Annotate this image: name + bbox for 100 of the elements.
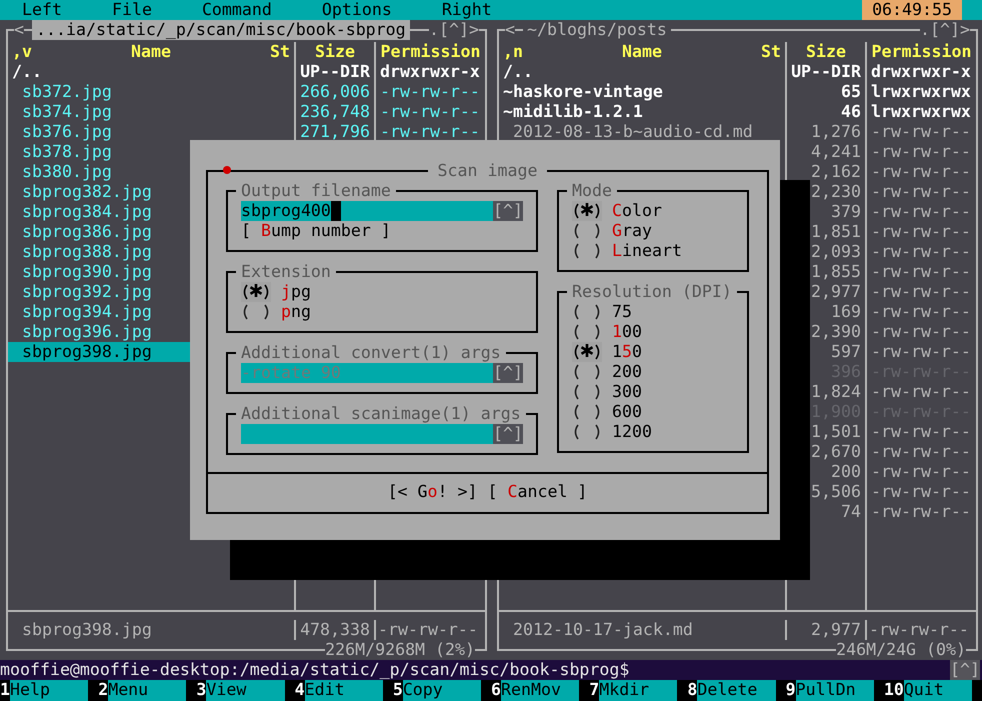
group-title: Additional scanimage(1) args	[240, 404, 522, 424]
radio-button[interactable]	[572, 382, 602, 402]
radio-label[interactable]: Color	[612, 201, 662, 221]
column-header[interactable]: St	[741, 42, 781, 62]
file-permission: -rw-rw-r--	[865, 382, 976, 402]
file-permission: -rw-rw-r--	[865, 122, 976, 142]
menu-item[interactable]: Left	[22, 0, 62, 20]
function-key-button[interactable]: View	[206, 680, 285, 701]
history-button[interactable]: [^]	[493, 424, 523, 444]
function-key-button[interactable]: RenMov	[501, 680, 580, 701]
column-header[interactable]: Permission	[374, 42, 485, 62]
file-permission: -rw-rw-r--	[865, 142, 976, 162]
radio-button[interactable]	[572, 322, 602, 342]
file-name[interactable]: /..	[8, 62, 294, 82]
radio-label[interactable]: 150	[612, 342, 642, 362]
input-field[interactable]: sbprog400 [^]	[241, 201, 523, 221]
file-size: 236,748	[294, 102, 374, 122]
file-name[interactable]: /..	[499, 62, 785, 82]
radio-button[interactable]	[241, 302, 271, 322]
radio-label[interactable]: 300	[612, 382, 642, 402]
column-header[interactable]: Name	[52, 42, 250, 62]
radio-button[interactable]	[572, 342, 602, 362]
file-name[interactable]: sb376.jpg	[8, 122, 294, 142]
file-size: 478,338	[294, 620, 374, 640]
radio-label[interactable]: 200	[612, 362, 642, 382]
group-title: Extension	[240, 262, 332, 282]
radio-button[interactable]	[572, 362, 602, 382]
file-name[interactable]: ~haskore-vintage	[499, 82, 785, 102]
history-button[interactable]: [^]	[950, 660, 980, 680]
function-key-button[interactable]: Mkdir	[599, 680, 678, 701]
file-size: 65	[785, 82, 865, 102]
file-permission: -rw-rw-r--	[865, 182, 976, 202]
bump-number-button[interactable]: [ Bump number ]	[241, 221, 391, 241]
radio-label[interactable]: 1200	[612, 422, 652, 442]
menu-item[interactable]: Right	[442, 0, 492, 20]
sort-indicator[interactable]: ,n	[503, 42, 543, 62]
group-title: Mode	[571, 181, 613, 201]
file-permission: -rw-rw-r--	[374, 102, 485, 122]
radio-button[interactable]	[572, 422, 602, 442]
radio-label[interactable]: png	[281, 302, 311, 322]
file-permission: -rw-rw-r--	[865, 462, 976, 482]
function-key-button[interactable]: Quit	[904, 680, 972, 701]
file-name[interactable]: ~midilib-1.2.1	[499, 102, 785, 122]
file-size: UP--DIR	[294, 62, 374, 82]
menu-item[interactable]: Options	[322, 0, 392, 20]
column-header[interactable]: Size	[785, 42, 865, 62]
radio-button[interactable]	[572, 201, 602, 221]
dialog-title: Scan image	[436, 161, 538, 181]
file-permission: -rw-rw-r--	[374, 82, 485, 102]
function-key-button[interactable]: Delete	[697, 680, 776, 701]
radio-button[interactable]	[572, 302, 602, 322]
file-permission: -rw-rw-r--	[865, 422, 976, 442]
radio-label[interactable]: 75	[612, 302, 632, 322]
radio-button[interactable]	[241, 282, 271, 302]
dot-icon	[222, 165, 232, 175]
column-header[interactable]: Name	[543, 42, 741, 62]
dialog-button[interactable]: [< Go! >]	[388, 482, 478, 502]
column-header[interactable]: St	[250, 42, 290, 62]
file-permission: drwxrwxr-x	[865, 62, 976, 82]
function-key-button[interactable]: Edit	[304, 680, 383, 701]
radio-label[interactable]: Lineart	[612, 241, 682, 261]
panel-nav-marker[interactable]: <	[505, 20, 515, 40]
disk-usage: 226M/9268M (2%)	[325, 640, 475, 660]
file-size: 1,276	[785, 122, 865, 142]
file-size: 46	[785, 102, 865, 122]
radio-button[interactable]	[572, 402, 602, 422]
panel-nav-marker[interactable]: .[^]>	[429, 20, 479, 40]
file-permission: -rw-rw-r--	[865, 482, 976, 502]
text-cursor	[330, 201, 341, 221]
menu-item[interactable]: File	[112, 0, 152, 20]
function-key-button[interactable]: Help	[10, 680, 88, 701]
dialog-button[interactable]: [ Cancel ]	[488, 482, 588, 502]
radio-label[interactable]: j pg	[281, 282, 311, 302]
sort-indicator[interactable]: ,v	[12, 42, 52, 62]
radio-label[interactable]: 600	[612, 402, 642, 422]
file-permission: -rw-rw-r--	[865, 162, 976, 182]
panel-nav-marker[interactable]: .[^]>	[920, 20, 970, 40]
file-name[interactable]: sb372.jpg	[8, 82, 294, 102]
file-permission: -rw-rw-r--	[865, 202, 976, 222]
panel-nav-marker[interactable]: <	[14, 20, 24, 40]
history-button[interactable]: [^]	[493, 201, 523, 221]
file-name[interactable]: 2012-08-13-b~audio-cd.md	[499, 122, 785, 142]
menu-item[interactable]: Command	[202, 0, 272, 20]
radio-label[interactable]: G ray	[612, 221, 652, 241]
column-header[interactable]: Size	[294, 42, 374, 62]
file-name[interactable]: sb374.jpg	[8, 102, 294, 122]
file-permission: -rw-rw-r--	[865, 342, 976, 362]
input-field[interactable]: [^]	[241, 424, 523, 444]
radio-button[interactable]	[572, 241, 602, 261]
file-permission: -rw-rw-r--	[865, 242, 976, 262]
function-key-button[interactable]: PullDn	[796, 680, 874, 701]
radio-button[interactable]	[572, 221, 602, 241]
radio-label[interactable]: 100	[612, 322, 642, 342]
column-header[interactable]: Permission	[865, 42, 976, 62]
function-key-button[interactable]: Copy	[402, 680, 482, 701]
file-permission: -rw-rw-r--	[374, 620, 485, 640]
function-key-button[interactable]: Menu	[108, 680, 186, 701]
disk-usage: 246M/24G (0%)	[836, 640, 966, 660]
group-title: Resolution (DPI)	[571, 282, 733, 302]
file-permission: -rw-rw-r--	[865, 262, 976, 282]
